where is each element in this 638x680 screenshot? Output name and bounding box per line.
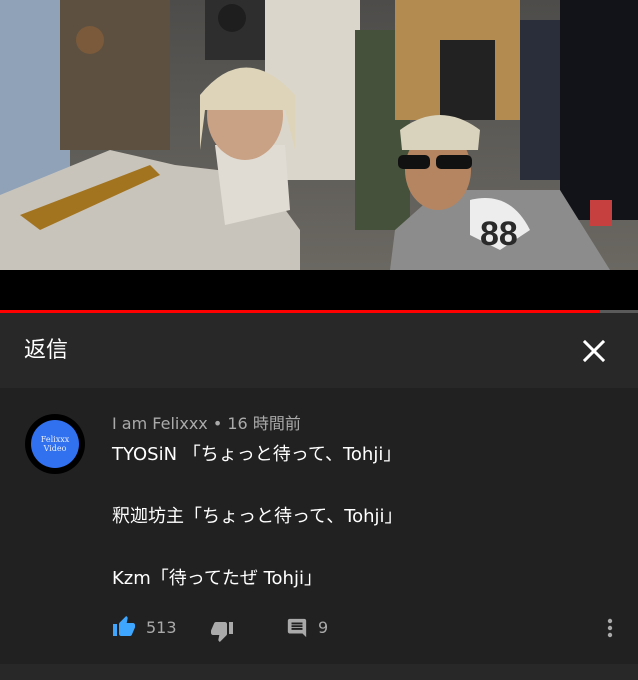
like-count: 513 — [146, 618, 177, 637]
video-letterbox — [0, 270, 638, 310]
video-player[interactable]: 88 — [0, 0, 638, 270]
reply-count: 9 — [318, 618, 329, 637]
video-frame: 88 — [0, 0, 638, 270]
thumbs-up-icon[interactable] — [112, 615, 136, 639]
comment-actions: 513 9 — [0, 612, 638, 644]
comment-line-2: 釈迦坊主「ちょっと待って、Tohji」 — [112, 506, 403, 527]
comment: Felixxx Video I am Felixxx • 16 時間前 TYOS… — [0, 388, 638, 664]
comment-line-3: Kzm「待ってたぜ Tohji」 — [112, 568, 322, 589]
svg-text:88: 88 — [480, 215, 518, 253]
thumbs-down-icon[interactable] — [210, 619, 234, 643]
close-button[interactable] — [572, 331, 616, 371]
more-vert-icon[interactable] — [600, 616, 620, 640]
panel-title: 返信 — [24, 338, 69, 363]
comment-meta: I am Felixxx • 16 時間前 — [112, 414, 301, 434]
next-comment-edge — [0, 664, 638, 680]
comment-author[interactable]: I am Felixxx — [112, 414, 208, 433]
comment-time: 16 時間前 — [227, 414, 301, 433]
avatar-text-line1: Felixxx — [40, 435, 70, 444]
replies-panel-header: 返信 — [0, 313, 638, 388]
meta-separator: • — [212, 414, 223, 433]
close-icon — [582, 339, 606, 363]
avatar-image: Felixxx Video — [31, 420, 79, 468]
avatar-text-line2: Video — [43, 444, 67, 453]
comment-icon[interactable] — [286, 617, 308, 639]
comment-line-1: TYOSiN 「ちょっと待って、Tohji」 — [112, 444, 402, 465]
avatar[interactable]: Felixxx Video — [25, 414, 85, 474]
